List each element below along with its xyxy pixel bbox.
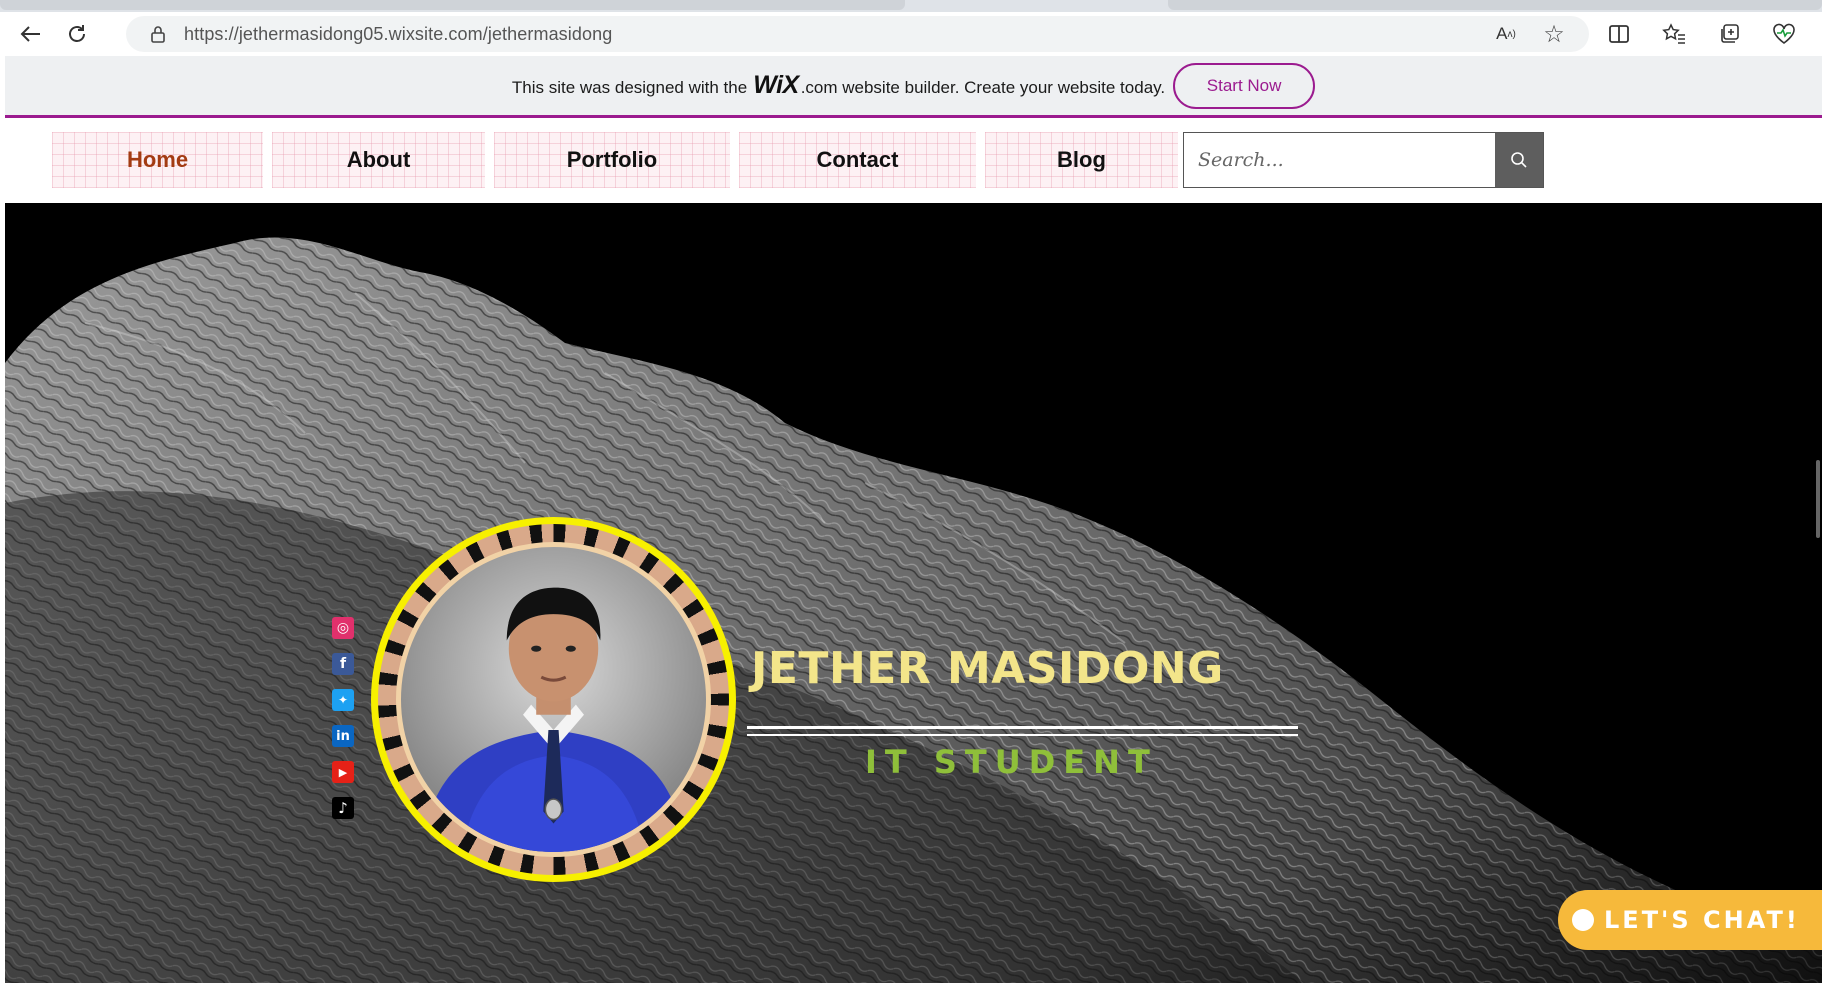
nav-item-home[interactable]: Home	[52, 132, 263, 188]
url-text[interactable]: https://jethermasidong05.wixsite.com/jet…	[184, 24, 612, 45]
address-bar[interactable]: https://jethermasidong05.wixsite.com/jet…	[126, 16, 1589, 52]
health-icon[interactable]	[1768, 18, 1800, 50]
instagram-icon[interactable]: ◎	[332, 617, 354, 639]
wix-text-before: This site was designed with the	[511, 78, 748, 97]
graduate-portrait-image	[421, 587, 686, 852]
collections-icon[interactable]	[1713, 18, 1745, 50]
profile-photo	[396, 542, 711, 857]
site-search	[1183, 132, 1544, 188]
search-input[interactable]	[1184, 133, 1495, 187]
hero-section: ◎ f ✦ in ▶ ♪ JETHER MASIDONG IT STUDENT …	[5, 203, 1822, 983]
facebook-icon[interactable]: f	[332, 653, 354, 675]
hero-role: IT STUDENT	[865, 743, 1158, 781]
url-path: jethermasidong	[487, 23, 613, 44]
tab-strip	[0, 0, 1822, 12]
browser-tab[interactable]	[0, 0, 905, 10]
nav-item-about[interactable]: About	[272, 132, 485, 188]
wix-promo-text: This site was designed with the WiX .com…	[512, 71, 1165, 100]
nav-item-portfolio[interactable]: Portfolio	[494, 132, 730, 188]
social-links: ◎ f ✦ in ▶ ♪	[332, 617, 356, 833]
nav-item-blog[interactable]: Blog	[985, 132, 1178, 188]
terrain-background-image	[5, 203, 1822, 983]
nav-item-contact[interactable]: Contact	[739, 132, 976, 188]
chat-bubble-icon	[1572, 909, 1594, 931]
wix-text-after: .com website builder. Create your websit…	[800, 78, 1166, 97]
split-screen-icon[interactable]	[1603, 18, 1635, 50]
linkedin-icon[interactable]: in	[332, 725, 354, 747]
favorites-icon[interactable]	[1658, 18, 1690, 50]
browser-tab[interactable]	[1168, 0, 1822, 10]
chat-label: LET'S CHAT!	[1604, 906, 1800, 934]
wix-promo-banner: This site was designed with the WiX .com…	[5, 56, 1822, 118]
read-aloud-icon[interactable]: Aᴧ)	[1490, 18, 1522, 50]
browser-toolbar: https://jethermasidong05.wixsite.com/jet…	[0, 12, 1822, 56]
search-button[interactable]	[1495, 133, 1543, 187]
wix-logo: WiX	[753, 71, 799, 99]
tiktok-icon[interactable]: ♪	[332, 797, 354, 819]
search-icon	[1511, 152, 1527, 168]
site-nav: Home About Portfolio Contact Blog	[5, 121, 1822, 203]
start-now-button[interactable]: Start Now	[1173, 62, 1316, 109]
lock-icon[interactable]	[148, 24, 168, 44]
hero-divider-top	[747, 726, 1298, 729]
hero-divider-bottom	[747, 734, 1298, 736]
twitter-icon[interactable]: ✦	[332, 689, 354, 711]
hero-name: JETHER MASIDONG	[751, 643, 1224, 694]
lets-chat-button[interactable]: LET'S CHAT!	[1558, 890, 1822, 950]
favorite-star-icon[interactable]: ☆	[1538, 18, 1570, 50]
profile-photo-border	[378, 524, 729, 875]
youtube-icon[interactable]: ▶	[332, 761, 354, 783]
back-icon[interactable]	[15, 18, 47, 50]
profile-photo-frame	[371, 517, 736, 882]
page-scrollbar[interactable]	[1816, 460, 1820, 538]
url-host: https://jethermasidong05.wixsite.com/	[184, 23, 488, 44]
refresh-icon[interactable]	[61, 18, 93, 50]
